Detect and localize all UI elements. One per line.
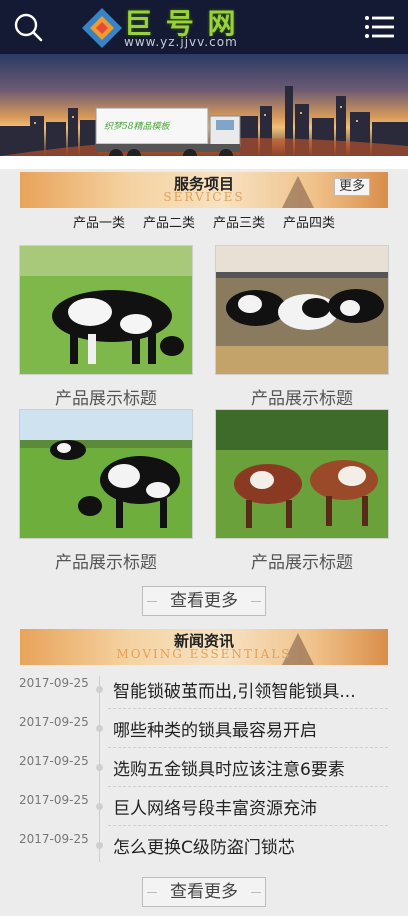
truck-text: 织梦58精品模板 bbox=[104, 121, 171, 132]
news-link[interactable]: 怎么更换C级防盗门锁芯 bbox=[113, 833, 373, 858]
timeline-dot bbox=[96, 842, 103, 849]
news-item[interactable]: 2017-09-25 怎么更换C级防盗门锁芯 bbox=[0, 826, 408, 865]
banner-bottom-strip bbox=[0, 156, 408, 169]
news-item[interactable]: 2017-09-25 智能锁破茧而出,引领智能锁具... bbox=[0, 670, 408, 709]
logo-subtext: www.yz.jjvv.com bbox=[124, 35, 238, 49]
news-date: 2017-09-25 bbox=[19, 715, 89, 729]
services-more-link[interactable]: 更多 bbox=[334, 178, 370, 196]
search-icon bbox=[14, 13, 43, 42]
news-item[interactable]: 2017-09-25 选购五金锁具时应该注意6要素 bbox=[0, 748, 408, 787]
tab-category-3[interactable]: 产品三类 bbox=[213, 214, 265, 234]
product-card[interactable]: 产品展示标题 bbox=[19, 409, 193, 573]
news-subtitle: MOVING ESSENTIALS bbox=[116, 647, 292, 661]
top-header: 巨 号 网 www.yz.jjvv.com bbox=[0, 0, 408, 54]
news-header: 新闻资讯 MOVING ESSENTIALS bbox=[20, 629, 388, 665]
timeline-dot bbox=[96, 803, 103, 810]
product-card[interactable]: 产品展示标题 bbox=[215, 409, 389, 573]
product-card[interactable]: 产品展示标题 bbox=[19, 245, 193, 409]
logo-emblem bbox=[82, 8, 122, 48]
tab-category-1[interactable]: 产品一类 bbox=[73, 214, 125, 234]
tab-category-4[interactable]: 产品四类 bbox=[283, 214, 335, 234]
timeline-dot bbox=[96, 725, 103, 732]
product-caption[interactable]: 产品展示标题 bbox=[19, 384, 193, 409]
product-card[interactable]: 产品展示标题 bbox=[215, 245, 389, 409]
product-caption[interactable]: 产品展示标题 bbox=[19, 548, 193, 573]
view-more-news-button[interactable]: 查看更多 bbox=[142, 877, 266, 907]
services-header: 服务项目 SERVICES 更多 bbox=[20, 172, 388, 208]
timeline-dot bbox=[96, 686, 103, 693]
news-date: 2017-09-25 bbox=[19, 793, 89, 807]
product-category-tabs: 产品一类 产品二类 产品三类 产品四类 bbox=[0, 214, 408, 234]
product-image[interactable] bbox=[215, 409, 389, 539]
product-caption[interactable]: 产品展示标题 bbox=[215, 548, 389, 573]
news-link[interactable]: 巨人网络号段丰富资源充沛 bbox=[113, 794, 373, 819]
menu-icon bbox=[365, 16, 394, 38]
services-subtitle: SERVICES bbox=[163, 190, 245, 204]
product-image[interactable] bbox=[19, 409, 193, 539]
view-more-products-button[interactable]: 查看更多 bbox=[142, 586, 266, 616]
news-item[interactable]: 2017-09-25 哪些种类的锁具最容易开启 bbox=[0, 709, 408, 748]
timeline-dot bbox=[96, 764, 103, 771]
news-item[interactable]: 2017-09-25 巨人网络号段丰富资源充沛 bbox=[0, 787, 408, 826]
news-date: 2017-09-25 bbox=[19, 832, 89, 846]
news-link[interactable]: 智能锁破茧而出,引领智能锁具... bbox=[113, 677, 373, 702]
news-date: 2017-09-25 bbox=[19, 676, 89, 690]
product-image[interactable] bbox=[215, 245, 389, 375]
tab-category-2[interactable]: 产品二类 bbox=[143, 214, 195, 234]
menu-button[interactable] bbox=[364, 12, 396, 42]
news-link[interactable]: 选购五金锁具时应该注意6要素 bbox=[113, 755, 373, 780]
hero-banner: 织梦58精品模板 bbox=[0, 54, 408, 156]
news-link[interactable]: 哪些种类的锁具最容易开启 bbox=[113, 716, 373, 741]
product-caption[interactable]: 产品展示标题 bbox=[215, 384, 389, 409]
search-button[interactable] bbox=[12, 11, 44, 43]
product-image[interactable] bbox=[19, 245, 193, 375]
truck-image: 织梦58精品模板 bbox=[95, 107, 241, 156]
site-logo[interactable]: 巨 号 网 www.yz.jjvv.com bbox=[72, 0, 282, 54]
news-date: 2017-09-25 bbox=[19, 754, 89, 768]
